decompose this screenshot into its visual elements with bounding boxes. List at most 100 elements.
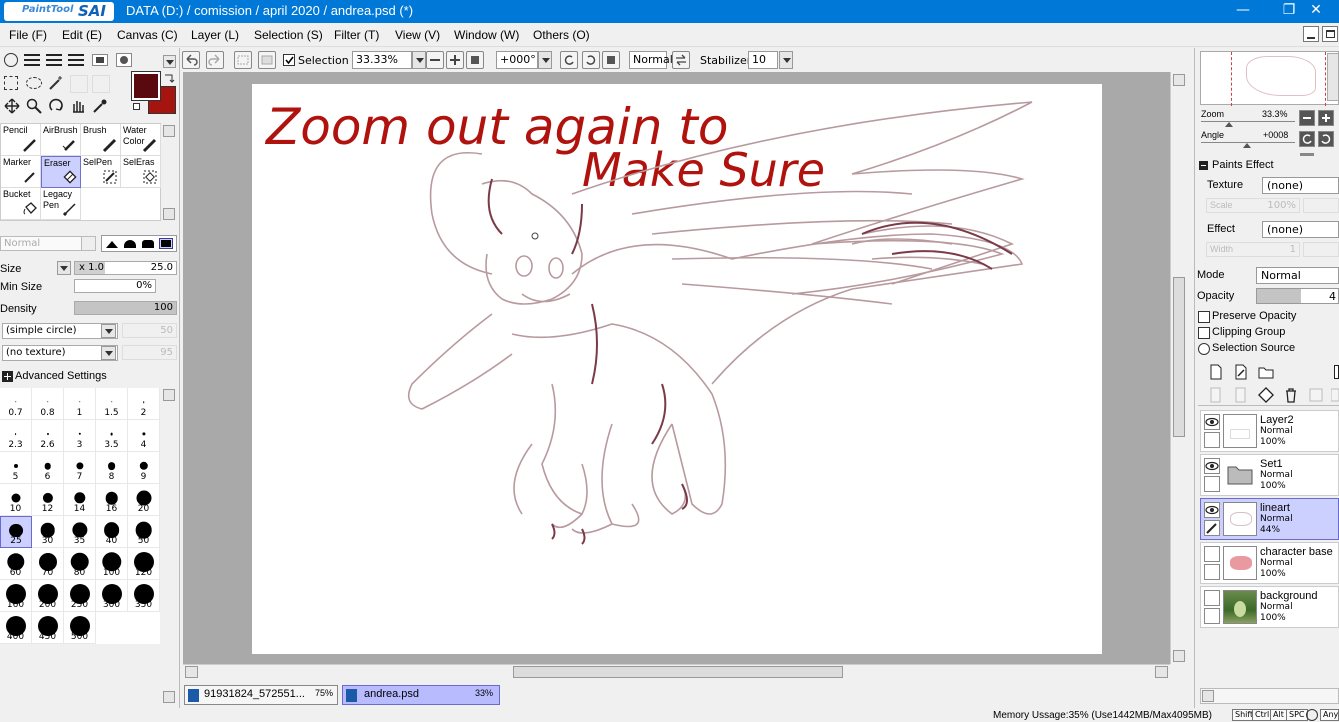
rotate-right-button[interactable] — [582, 51, 600, 69]
tool-watercolor[interactable]: Water Color — [121, 124, 161, 156]
document-tab[interactable]: 91931824_572551... 75% — [184, 685, 338, 705]
brush-size-preset[interactable]: 1 — [64, 388, 96, 420]
tool-pencil[interactable]: Pencil — [1, 124, 41, 156]
rotate-left-button[interactable] — [560, 51, 578, 69]
menu-layer[interactable]: Layer (L) — [191, 28, 239, 42]
redo-button[interactable] — [206, 51, 224, 69]
canvas-vertical-scrollbar[interactable] — [1170, 72, 1187, 664]
visibility-eye-icon[interactable] — [1204, 414, 1220, 430]
panel-layout-3-icon[interactable] — [92, 54, 108, 66]
menu-filter[interactable]: Filter (T) — [334, 28, 379, 42]
scale-slider[interactable]: 100% — [1206, 198, 1300, 213]
menu-window[interactable]: Window (W) — [454, 28, 519, 42]
swap-colors-icon[interactable] — [163, 72, 175, 87]
brush-size-preset[interactable]: 0.7 — [0, 388, 32, 420]
merge-down-icon[interactable] — [1233, 387, 1249, 406]
panel-layout-2-icon[interactable] — [68, 54, 84, 66]
brush-texture-dropdown-arrow[interactable] — [101, 346, 116, 360]
new-folder-icon[interactable] — [1258, 365, 1274, 382]
blend-mode-field[interactable]: Normal — [629, 51, 673, 69]
menu-canvas[interactable]: Canvas (C) — [117, 28, 178, 42]
stabilizer-field[interactable]: 10 — [748, 51, 778, 69]
effect-dropdown[interactable]: (none) — [1262, 221, 1339, 238]
brush-size-preset[interactable]: 30 — [32, 516, 64, 548]
eyedropper-icon[interactable] — [92, 98, 108, 117]
brush-size-preset[interactable]: 400 — [0, 612, 32, 644]
brush-size-scrollbar[interactable] — [162, 388, 176, 704]
rotate-reset-button[interactable] — [602, 51, 620, 69]
brush-shape-selector[interactable] — [101, 235, 177, 252]
menu-view[interactable]: View (V) — [395, 28, 440, 42]
brush-size-preset[interactable]: 9 — [128, 452, 160, 484]
vertical-scroll-thumb[interactable] — [1173, 277, 1185, 437]
brush-size-preset[interactable]: 8 — [96, 452, 128, 484]
brush-size-preset[interactable]: 14 — [64, 484, 96, 516]
tool-legacy-pen[interactable]: Legacy Pen — [41, 188, 81, 220]
flip-horizontal-button[interactable] — [672, 51, 690, 69]
brush-size-preset[interactable]: 7 — [64, 452, 96, 484]
menu-edit[interactable]: Edit (E) — [62, 28, 102, 42]
deselect-button[interactable] — [234, 51, 252, 69]
navigator-zoom-in-button[interactable] — [1318, 110, 1334, 126]
brush-size-preset[interactable]: 100 — [96, 548, 128, 580]
brush-size-preset[interactable]: 12 — [32, 484, 64, 516]
menu-selection[interactable]: Selection (S) — [254, 28, 323, 42]
panel-splitter[interactable] — [1300, 153, 1314, 156]
layer-mode-dropdown[interactable]: Normal — [1256, 267, 1339, 284]
close-icon[interactable]: ✕ — [1293, 0, 1339, 23]
size-slider[interactable]: x 1.0 25.0 — [74, 261, 177, 275]
tool-eraser[interactable]: Eraser — [41, 156, 81, 188]
zoom-slider-thumb[interactable] — [1225, 122, 1233, 127]
zoom-reset-button[interactable] — [466, 51, 484, 69]
navigator-rotate-left-button[interactable] — [1299, 131, 1315, 147]
tool-bucket[interactable]: Bucket — [1, 188, 41, 220]
brush-size-preset[interactable]: 5 — [0, 452, 32, 484]
brush-size-preset[interactable]: 2 — [128, 388, 160, 420]
move-icon[interactable] — [4, 98, 20, 117]
tool-seleras[interactable]: SelEras — [121, 156, 161, 188]
new-layer-icon[interactable] — [1208, 364, 1224, 383]
angle-slider-thumb[interactable] — [1243, 143, 1251, 148]
brush-size-preset[interactable]: 450 — [32, 612, 64, 644]
zoom-in-button[interactable] — [446, 51, 464, 69]
tool-brush[interactable]: Brush — [81, 124, 121, 156]
layer-row[interactable]: character base Normal 100% — [1200, 542, 1339, 584]
edit-pen-icon[interactable] — [1204, 520, 1220, 536]
preserve-opacity-checkbox[interactable] — [1198, 311, 1210, 323]
zoom-dropdown[interactable] — [412, 51, 426, 69]
layer-lock-slot[interactable] — [1204, 564, 1220, 580]
layer-panel-scrollbar[interactable] — [1200, 688, 1339, 704]
zoom-out-button[interactable] — [426, 51, 444, 69]
circle-view-icon[interactable] — [4, 53, 18, 67]
rect-select-icon[interactable] — [4, 76, 18, 90]
navigator-preview[interactable] — [1200, 51, 1339, 106]
size-multiplier-dropdown[interactable] — [57, 261, 71, 275]
visibility-eye-icon[interactable] — [1204, 502, 1220, 518]
mask-options-icon[interactable] — [1330, 387, 1339, 406]
panel-layout-icon[interactable] — [46, 54, 62, 66]
transfer-down-icon[interactable] — [1208, 387, 1224, 406]
rotation-dropdown[interactable] — [538, 51, 552, 69]
brush-size-preset[interactable]: 3 — [64, 420, 96, 452]
minimize-icon[interactable]: — — [1220, 0, 1266, 23]
layer-row[interactable]: background Normal 100% — [1200, 586, 1339, 628]
menu-file[interactable]: File (F) — [9, 28, 47, 42]
brush-size-preset[interactable]: 6 — [32, 452, 64, 484]
brush-size-preset[interactable]: 16 — [96, 484, 128, 516]
texture-dropdown[interactable]: (none) — [1262, 177, 1339, 194]
selection-checkbox[interactable] — [283, 54, 295, 66]
brush-size-preset[interactable]: 3.5 — [96, 420, 128, 452]
brush-size-preset[interactable]: 50 — [128, 516, 160, 548]
rotate-tool-icon[interactable] — [48, 98, 64, 117]
visibility-slot[interactable] — [1204, 590, 1220, 606]
layer-row[interactable]: Layer2 Normal 100% — [1200, 410, 1339, 452]
layer-mask-icon[interactable] — [1334, 365, 1339, 379]
brush-size-preset[interactable]: 120 — [128, 548, 160, 580]
layer-lock-slot[interactable] — [1204, 432, 1220, 448]
navigator-zoom-slider[interactable] — [1201, 121, 1295, 122]
layer-lock-slot[interactable] — [1204, 476, 1220, 492]
panel-maximize-icon[interactable] — [1322, 26, 1338, 42]
tool-airbrush[interactable]: AirBrush — [41, 124, 81, 156]
list-view-icon[interactable] — [24, 54, 40, 66]
stabilizer-dropdown[interactable] — [779, 51, 793, 69]
